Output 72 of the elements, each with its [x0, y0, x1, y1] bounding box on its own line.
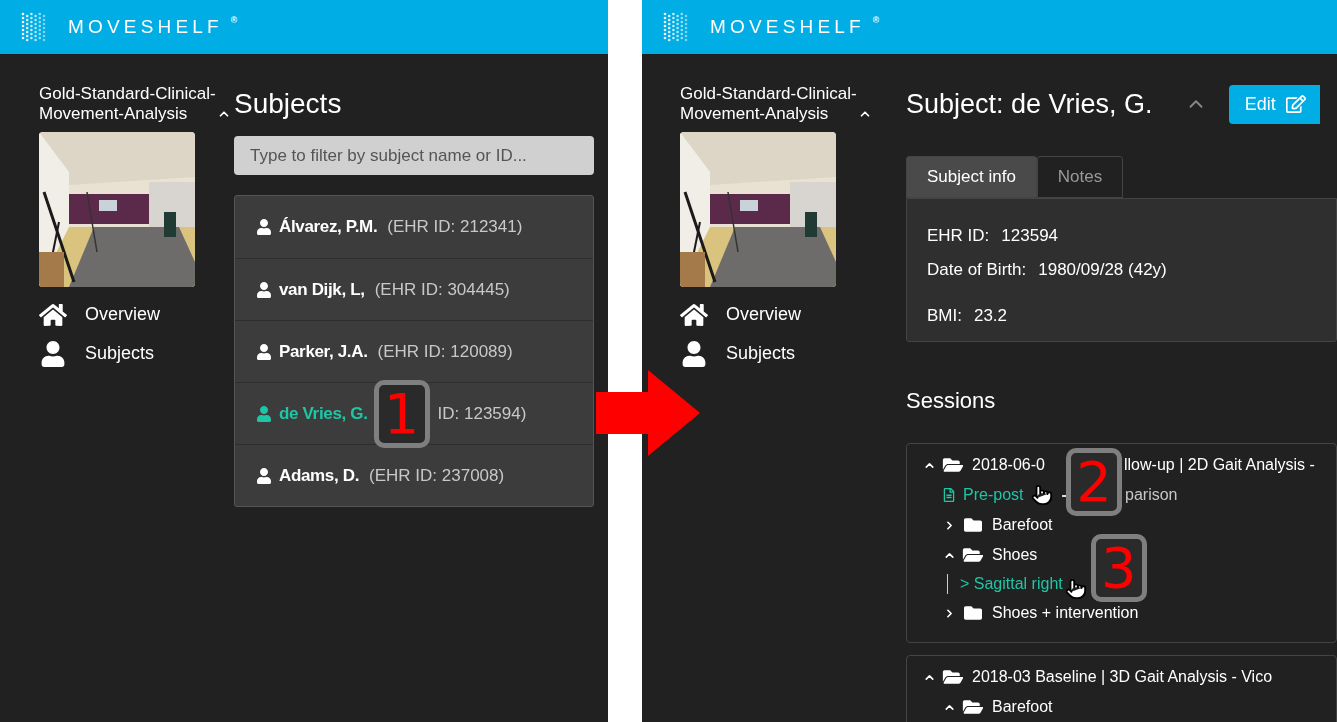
- session-title[interactable]: 2018-06-0: [972, 450, 1066, 480]
- registered-mark: ®: [872, 13, 880, 27]
- tab[interactable]: Subject info: [906, 156, 1037, 198]
- session-title[interactable]: 2018-03 Baseline | 3D Gait Analysis - Vico: [972, 662, 1273, 692]
- user-icon: [680, 340, 708, 367]
- folder-name[interactable]: Shoes: [992, 543, 1038, 567]
- home-icon: [680, 301, 708, 328]
- nav-item[interactable]: Overview: [85, 301, 160, 328]
- user-icon: [257, 467, 271, 484]
- subject-row[interactable]: de Vries, G. 1 ID: 123594): [235, 382, 593, 444]
- report-link[interactable]: Pre-post: [963, 483, 1024, 507]
- field-value: 1980/09/28 (42y): [1038, 259, 1167, 282]
- folder-name[interactable]: Shoes + intervention: [992, 601, 1139, 625]
- user-icon: [257, 343, 271, 360]
- page-title: Subjects: [234, 87, 343, 121]
- nav-item[interactable]: Subjects: [85, 340, 155, 367]
- logo-icon: [662, 11, 690, 43]
- user-icon: [257, 219, 271, 235]
- user-icon: [257, 281, 271, 298]
- callout-badge: 1: [373, 379, 430, 448]
- ehr-id: ID: 123594): [437, 402, 527, 425]
- subject-name: Adams, D.: [279, 464, 360, 487]
- field-label: Date of Birth:: [927, 259, 1027, 282]
- field-label: BMI:: [927, 305, 962, 328]
- document-icon: [943, 488, 955, 502]
- brand-name: MOVESHELF: [710, 14, 865, 39]
- callout-badge: 3: [1090, 534, 1147, 602]
- folder-name[interactable]: Barefoot: [992, 695, 1053, 719]
- pointer-icon: [1064, 578, 1087, 600]
- subject-name: Álvarez, P.M.: [279, 216, 378, 239]
- user-icon: [39, 340, 67, 367]
- subject-name: de Vries, G.: [279, 402, 368, 425]
- tab[interactable]: Notes: [1036, 156, 1124, 198]
- field-label: EHR ID:: [927, 225, 990, 248]
- open-folder-icon: [962, 698, 984, 716]
- report-description: parison: [1125, 485, 1178, 505]
- brand-name: MOVESHELF: [68, 14, 223, 39]
- ehr-id: (EHR ID: 120089): [377, 340, 513, 363]
- arrow-icon: [596, 370, 700, 456]
- field-value: 123594: [1001, 225, 1059, 248]
- ehr-id: (EHR ID: 237008): [369, 464, 505, 487]
- open-folder-icon: [942, 456, 964, 474]
- user-icon: [257, 405, 271, 422]
- folder-name[interactable]: Barefoot: [992, 513, 1053, 537]
- ehr-id: (EHR ID: 212341): [387, 216, 523, 239]
- pointer-icon: [1031, 484, 1054, 506]
- registered-mark: ®: [230, 13, 238, 27]
- subject-name: Parker, J.A.: [279, 340, 368, 363]
- session-title[interactable]: llow-up | 2D Gait Analysis -: [1124, 450, 1315, 480]
- home-icon: [39, 301, 67, 328]
- section-title: Sessions: [906, 387, 997, 415]
- project-name[interactable]: Gold-Standard-Clinical-Movement-Analysis: [680, 84, 860, 124]
- logo-icon: [20, 11, 48, 43]
- open-folder-icon: [962, 546, 984, 564]
- folder-icon: [962, 604, 984, 622]
- subject-row[interactable]: Álvarez, P.M. (EHR ID: 212341): [235, 196, 593, 258]
- clip-link[interactable]: > Sagittal right: [960, 572, 1063, 596]
- subject-row[interactable]: van Dijk, L, (EHR ID: 304445): [235, 258, 593, 320]
- edit-icon: [1285, 94, 1306, 114]
- report-description: -: [1061, 485, 1067, 505]
- nav-item[interactable]: Subjects: [726, 340, 796, 367]
- nav-item[interactable]: Overview: [726, 301, 801, 328]
- ehr-id: (EHR ID: 304445): [374, 278, 510, 301]
- subject-row[interactable]: Adams, D. (EHR ID: 237008): [235, 444, 593, 506]
- callout-badge: 2: [1066, 448, 1122, 516]
- field-value: 23.2: [973, 305, 1008, 328]
- folder-icon: [962, 516, 984, 534]
- open-folder-icon: [942, 668, 964, 686]
- project-name[interactable]: Gold-Standard-Clinical-Movement-Analysis: [39, 84, 219, 124]
- filter-field[interactable]: Type to filter by subject name or ID...: [234, 136, 594, 175]
- page-title: Subject: de Vries, G.: [906, 87, 1153, 121]
- subject-name: van Dijk, L,: [279, 278, 365, 301]
